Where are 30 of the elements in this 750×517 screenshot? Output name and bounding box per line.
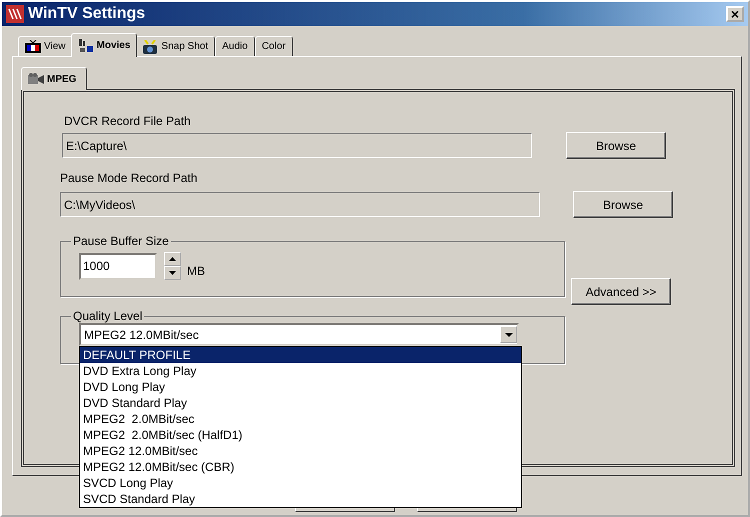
video-camera-icon	[28, 73, 44, 85]
path-field[interactable]: C:\MyVideos\	[60, 192, 540, 217]
browse-button[interactable]: Browse	[566, 132, 666, 159]
close-button[interactable]: ×	[726, 6, 744, 22]
tv-icon	[25, 40, 41, 53]
browse-button[interactable]: Browse	[573, 191, 673, 218]
path-field[interactable]: E:\Capture\	[62, 133, 532, 158]
camera-icon	[142, 40, 158, 54]
group-label: Quality Level	[72, 309, 144, 323]
tab[interactable]: Movies	[70, 33, 138, 57]
buffer-size-field[interactable]: 1000	[79, 252, 157, 280]
field-label: DVCR Record File Path	[64, 114, 192, 128]
down-arrow-icon	[169, 271, 176, 275]
tab[interactable]: View	[18, 36, 72, 56]
field-label: Pause Mode Record Path	[60, 171, 198, 185]
dropdown-option[interactable]: DEFAULT PROFILE	[80, 347, 521, 363]
tab[interactable]: Audio	[215, 36, 255, 56]
dropdown-button[interactable]	[500, 326, 517, 343]
window-title: WinTV Settings	[28, 5, 146, 23]
caret-icon	[504, 332, 512, 336]
unit-label: MB	[187, 264, 205, 278]
tab[interactable]: Color	[254, 36, 293, 56]
tab[interactable]: MPEG	[21, 67, 88, 90]
tab[interactable]: Snap Shot	[135, 36, 216, 56]
spin-up-button[interactable]	[164, 252, 181, 266]
group-label: Pause Buffer Size	[72, 234, 170, 248]
advanced-button[interactable]: Advanced >>	[571, 278, 671, 305]
up-arrow-icon	[169, 257, 176, 261]
app-icon	[6, 5, 24, 23]
spin-down-button[interactable]	[164, 266, 181, 280]
